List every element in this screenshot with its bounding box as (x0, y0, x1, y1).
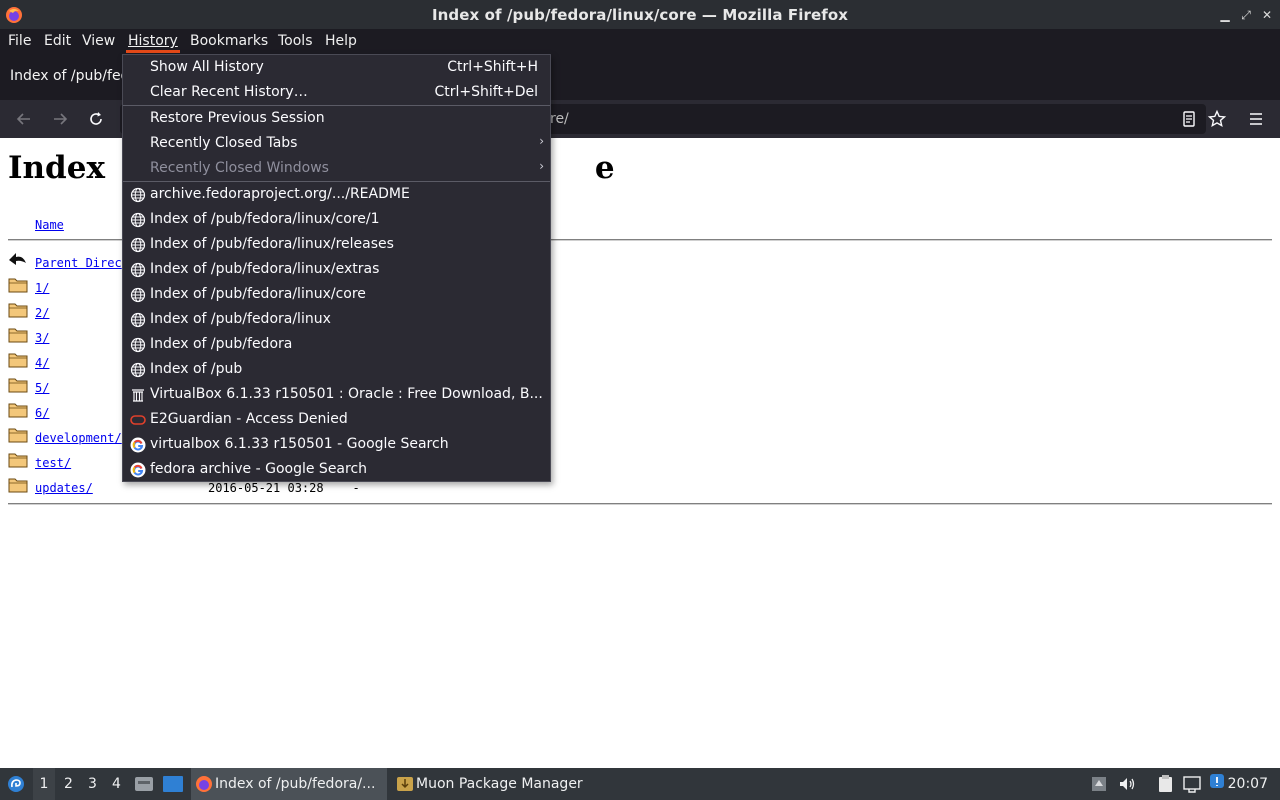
clear-recent-history-item[interactable]: Clear Recent History… Ctrl+Shift+Del (123, 80, 550, 105)
workspace-1[interactable]: 1 (33, 768, 55, 800)
column-header-name[interactable]: Name (35, 218, 64, 232)
history-entry[interactable]: Index of /pub/fedora (123, 332, 550, 357)
clock[interactable]: 20:07 (1228, 776, 1268, 792)
google-icon (130, 437, 146, 453)
dir-link[interactable]: 2/ (35, 306, 49, 320)
notification-icon[interactable] (1208, 772, 1226, 792)
folder-icon (8, 378, 28, 393)
history-entry[interactable]: VirtualBox 6.1.33 r150501 : Oracle : Fre… (123, 382, 550, 407)
folder-icon (8, 328, 28, 343)
globe-icon (130, 287, 146, 303)
globe-icon (130, 362, 146, 378)
e2guardian-icon (130, 415, 146, 425)
reload-icon[interactable] (86, 109, 106, 129)
window-titlebar: Index of /pub/fedora/linux/core — Mozill… (0, 0, 1280, 29)
modified-date: 2016-05-21 03:28 - (208, 481, 360, 495)
folder-icon (8, 453, 28, 468)
folder-icon (8, 353, 28, 368)
google-icon (130, 462, 146, 478)
close-icon[interactable]: ✕ (1258, 6, 1276, 24)
menu-tools[interactable]: Tools (276, 33, 315, 53)
dir-link[interactable]: updates/ (35, 481, 93, 495)
history-entry[interactable]: virtualbox 6.1.33 r150501 - Google Searc… (123, 432, 550, 457)
taskbar-muon[interactable]: Muon Package Manager (392, 768, 592, 800)
history-entry[interactable]: E2Guardian - Access Denied (123, 407, 550, 432)
folder-icon (8, 428, 28, 443)
dir-link[interactable]: 3/ (35, 331, 49, 345)
clipboard-icon[interactable] (1156, 774, 1176, 794)
url-text: re/ (550, 111, 569, 127)
menu-help[interactable]: Help (323, 33, 359, 53)
hamburger-menu-icon[interactable] (1246, 109, 1266, 129)
divider (8, 503, 1272, 505)
window-title: Index of /pub/fedora/linux/core — Mozill… (431, 6, 849, 24)
menu-view[interactable]: View (80, 33, 117, 53)
file-manager-icon[interactable] (134, 775, 154, 793)
globe-icon (130, 312, 146, 328)
history-entry[interactable]: Index of /pub/fedora/linux/extras (123, 257, 550, 282)
history-entry[interactable]: Index of /pub/fedora/linux/core (123, 282, 550, 307)
recently-closed-tabs-item[interactable]: Recently Closed Tabs › (123, 131, 550, 156)
start-menu-icon[interactable] (6, 774, 26, 794)
back-arrow-icon[interactable] (14, 109, 34, 129)
globe-icon (130, 337, 146, 353)
volume-icon[interactable] (1118, 775, 1136, 793)
forward-arrow-icon[interactable] (50, 109, 70, 129)
dir-link[interactable]: 1/ (35, 281, 49, 295)
globe-icon (130, 212, 146, 228)
restore-icon[interactable]: ⤢ (1237, 6, 1255, 24)
chevron-right-icon: › (539, 159, 544, 173)
history-entry[interactable]: Index of /pub (123, 357, 550, 382)
reader-view-icon[interactable] (1179, 109, 1199, 129)
archive-icon (132, 389, 144, 402)
dir-link[interactable]: test/ (35, 456, 71, 470)
globe-icon (130, 237, 146, 253)
folder-icon (8, 403, 28, 418)
folder-icon (8, 278, 28, 293)
tray-upload-icon[interactable] (1090, 775, 1108, 793)
back-arrow-icon (9, 253, 26, 265)
recently-closed-windows-item[interactable]: Recently Closed Windows › (123, 156, 550, 181)
dir-link[interactable]: development/ (35, 431, 122, 445)
menu-bar: File Edit View History Bookmarks Tools H… (0, 29, 1280, 54)
dir-link[interactable]: 5/ (35, 381, 49, 395)
dir-link[interactable]: 6/ (35, 406, 49, 420)
bookmark-star-icon[interactable] (1207, 109, 1227, 129)
restore-session-item[interactable]: Restore Previous Session (123, 106, 550, 131)
folder-icon (8, 478, 28, 493)
workspace-3[interactable]: 3 (88, 776, 97, 792)
history-entry[interactable]: Index of /pub/fedora/linux (123, 307, 550, 332)
globe-icon (130, 187, 146, 203)
tab-active[interactable]: Index of /pub/fed (0, 54, 125, 100)
taskbar-firefox[interactable]: Index of /pub/fedora/... (191, 768, 387, 800)
globe-icon (130, 262, 146, 278)
show-all-history-item[interactable]: Show All History Ctrl+Shift+H (123, 55, 550, 80)
menu-edit[interactable]: Edit (42, 33, 73, 53)
menu-history[interactable]: History (126, 33, 180, 53)
network-icon[interactable] (1182, 774, 1202, 794)
folder-icon (8, 303, 28, 318)
minimize-icon[interactable]: ▁ (1216, 6, 1234, 24)
workspace-2[interactable]: 2 (64, 776, 73, 792)
history-entry[interactable]: archive.fedoraproject.org/.../README (123, 182, 550, 207)
firefox-icon (196, 776, 212, 792)
menu-file[interactable]: File (6, 33, 33, 53)
history-entry[interactable]: fedora archive - Google Search (123, 457, 550, 482)
history-entry[interactable]: Index of /pub/fedora/linux/core/1 (123, 207, 550, 232)
parent-directory-link[interactable]: Parent Direc (35, 256, 122, 270)
desktop-icon[interactable] (162, 775, 184, 793)
package-icon (397, 777, 413, 791)
menu-bookmarks[interactable]: Bookmarks (188, 33, 270, 53)
taskbar: 1 2 3 4 Index of /pub/fedora/... Muon Pa… (0, 768, 1280, 800)
workspace-4[interactable]: 4 (112, 776, 121, 792)
chevron-right-icon: › (539, 134, 544, 148)
dir-link[interactable]: 4/ (35, 356, 49, 370)
history-entry[interactable]: Index of /pub/fedora/linux/releases (123, 232, 550, 257)
history-menu: Show All History Ctrl+Shift+H Clear Rece… (122, 54, 551, 482)
